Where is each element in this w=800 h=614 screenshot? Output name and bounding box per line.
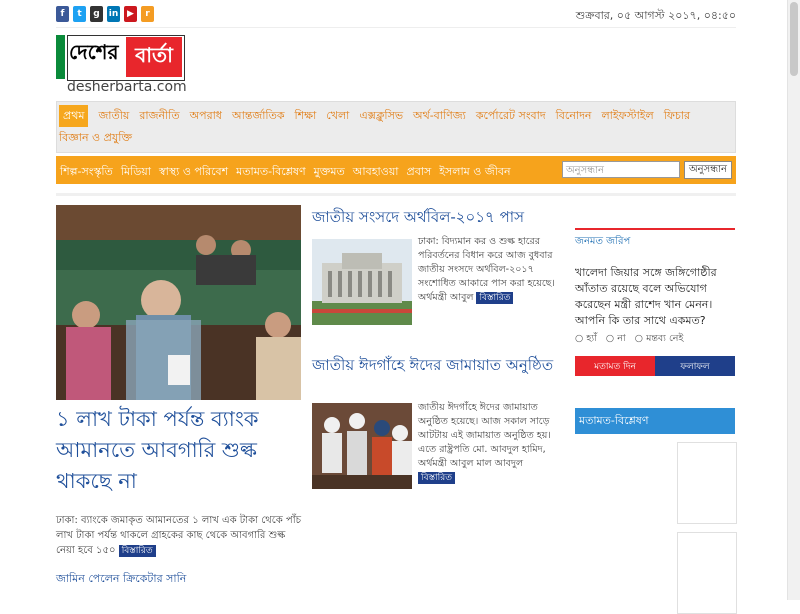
nav-item[interactable]: খেলা — [326, 105, 349, 127]
vote-button[interactable]: মতামত দিন — [575, 356, 655, 376]
rss-icon[interactable]: r — [141, 6, 154, 22]
opinion-section-header[interactable]: মতামত-বিশ্লেষণ — [575, 408, 735, 434]
story-text: জাতীয় ঈদগাঁহে ঈদের জামায়াত অনুষ্ঠিত হয… — [418, 401, 562, 485]
social-icons: f t g in ▶ r — [56, 6, 154, 22]
story-text: ঢাকা: বিদ্যমান কর ও শুল্ক হারের পরিবর্তন… — [418, 235, 562, 305]
lead-story-summary-text: ঢাকা: ব্যাংকে জমাকৃত আমানতের ১ লাখ এক টা… — [56, 515, 302, 556]
poll-option-no-comment[interactable]: মন্তব্য নেই — [646, 333, 683, 344]
nav-item[interactable]: শিক্ষা — [295, 105, 317, 127]
nav-item[interactable]: অপরাধ — [190, 105, 222, 127]
nav-item[interactable]: স্বাস্থ্য ও পরিবেশ — [159, 163, 228, 182]
read-more-button[interactable]: বিস্তারিত — [418, 472, 455, 484]
search-button[interactable]: অনুসন্ধান — [684, 161, 732, 179]
site-logo[interactable]: দেশের বার্তা desherbarta.com — [56, 35, 187, 95]
youtube-icon[interactable]: ▶ — [124, 6, 137, 22]
secondary-nav: শিল্প-সংস্কৃতি মিডিয়া স্বাস্থ্য ও পরিবেশ ম… — [56, 156, 736, 184]
poll-buttons: মতামত দিন ফলাফল — [575, 356, 735, 376]
related-link[interactable]: জামিন পেলেন ক্রিকেটার সানি — [56, 570, 186, 589]
googleplus-icon[interactable]: g — [90, 6, 103, 22]
ad-box — [677, 532, 737, 614]
logo-domain: desherbarta.com — [67, 79, 187, 95]
parliament-photo — [56, 205, 301, 400]
poll-question: খালেদা জিয়ার সঙ্গে জঙ্গিগোষ্ঠীর আঁতাত র… — [575, 266, 717, 327]
nav-item[interactable]: বিজ্ঞান ও প্রযুক্তি — [59, 127, 132, 149]
lead-story-summary: ঢাকা: ব্যাংকে জমাকৃত আমানতের ১ লাখ এক টা… — [56, 513, 301, 558]
story-title[interactable]: জাতীয় ঈদগাঁহে ঈদের জামায়াত অনুষ্ঠিত — [312, 353, 562, 377]
ad-box — [677, 442, 737, 524]
results-button[interactable]: ফলাফল — [655, 356, 735, 376]
nav-item[interactable]: লাইফস্টাইল — [601, 105, 653, 127]
primary-nav-items: প্রথম জাতীয় রাজনীতি অপরাধ আন্তর্জাতিক শিক্ষা… — [59, 105, 735, 149]
nav-item[interactable]: ইসলাম ও জীবন — [439, 163, 510, 182]
read-more-button[interactable]: বিস্তারিত — [476, 292, 514, 304]
news-item: জাতীয় ঈদগাঁহে ঈদের জামায়াত অনুষ্ঠিত জা… — [312, 353, 562, 513]
radio-icon[interactable]: ○ — [575, 333, 583, 344]
nav-item[interactable]: এক্সক্লুসিভ — [359, 105, 403, 127]
date-display: শুক্রবার, ০৫ আগস্ট ২০১৭, ০৪:৫০ — [575, 9, 736, 22]
twitter-icon[interactable]: t — [73, 6, 86, 22]
page: f t g in ▶ r শুক্রবার, ০৫ আগস্ট ২০১৭, ০৪:৫০ দ… — [0, 0, 788, 614]
nav-item[interactable]: মুক্তমত — [314, 163, 345, 182]
linkedin-icon[interactable]: in — [107, 6, 120, 22]
scrollbar-thumb[interactable] — [790, 2, 798, 76]
divider — [56, 27, 736, 28]
parliament-building-photo — [312, 239, 412, 325]
nav-item[interactable]: বিনোদন — [556, 105, 592, 127]
poll-option-no[interactable]: না — [617, 333, 625, 344]
nav-item[interactable]: শিল্প-সংস্কৃতি — [60, 163, 113, 182]
poll-widget: জনমত জরিপ খালেদা জিয়ার সঙ্গে জঙ্গিগোষ্ঠ… — [575, 228, 735, 347]
poll-options: ○ হ্যাঁ ○ না ○ মন্তব্য নেই — [575, 332, 735, 347]
vertical-scrollbar[interactable] — [787, 0, 800, 600]
nav-item[interactable]: মিডিয়া — [121, 163, 151, 182]
story-thumbnail[interactable] — [312, 239, 412, 325]
nav-item[interactable]: কর্পোরেট সংবাদ — [476, 105, 546, 127]
facebook-icon[interactable]: f — [56, 6, 69, 22]
secondary-nav-items: শিল্প-সংস্কৃতি মিডিয়া স্বাস্থ্য ও পরিবেশ ম… — [60, 163, 519, 182]
nav-item[interactable]: প্রবাস — [407, 163, 432, 182]
divider — [56, 193, 736, 196]
nav-item[interactable]: মতামত-বিশ্লেষণ — [236, 163, 305, 182]
radio-icon[interactable]: ○ — [606, 333, 614, 344]
middle-column: জাতীয় সংসদে অর্থবিল-২০১৭ পাস ঢাকা: বিদ্… — [312, 205, 562, 513]
nav-item[interactable]: অর্থ-বাণিজ্য — [413, 105, 466, 127]
poll-label: জনমত জরিপ — [575, 236, 631, 247]
logo-strip — [56, 35, 65, 79]
story-thumbnail[interactable] — [312, 403, 412, 489]
nav-item[interactable]: জাতীয় — [98, 105, 129, 127]
lead-story-title[interactable]: ১ লাখ টাকা পর্যন্ত ব্যাংক আমানতে আবগারি … — [56, 404, 301, 497]
primary-nav: প্রথম জাতীয় রাজনীতি অপরাধ আন্তর্জাতিক শিক্ষা… — [56, 101, 736, 153]
logo-text-black: দেশের — [69, 40, 119, 64]
story-summary: জাতীয় ঈদগাঁহে ঈদের জামায়াত অনুষ্ঠিত হয… — [418, 402, 551, 469]
read-more-button[interactable]: বিস্তারিত — [118, 545, 156, 557]
story-title[interactable]: জাতীয় সংসদে অর্থবিল-২০১৭ পাস — [312, 205, 562, 229]
eid-prayer-photo — [312, 403, 412, 489]
nav-item[interactable]: ফিচার — [664, 105, 690, 127]
search-input[interactable]: অনুসন্ধান — [562, 161, 680, 178]
lead-story-image[interactable] — [56, 205, 301, 400]
nav-item[interactable]: আবহাওয়া — [353, 163, 399, 182]
content-wrapper: f t g in ▶ r শুক্রবার, ০৫ আগস্ট ২০১৭, ০৪:৫০ দ… — [56, 0, 737, 614]
nav-item[interactable]: প্রথম — [59, 105, 89, 127]
poll-option-yes[interactable]: হ্যাঁ — [586, 333, 597, 344]
logo-text-red: বার্তা — [126, 37, 182, 77]
news-item: জাতীয় সংসদে অর্থবিল-২০১৭ পাস ঢাকা: বিদ্… — [312, 205, 562, 353]
nav-item[interactable]: রাজনীতি — [139, 105, 179, 127]
radio-icon[interactable]: ○ — [635, 333, 643, 344]
nav-item[interactable]: আন্তর্জাতিক — [232, 105, 285, 127]
